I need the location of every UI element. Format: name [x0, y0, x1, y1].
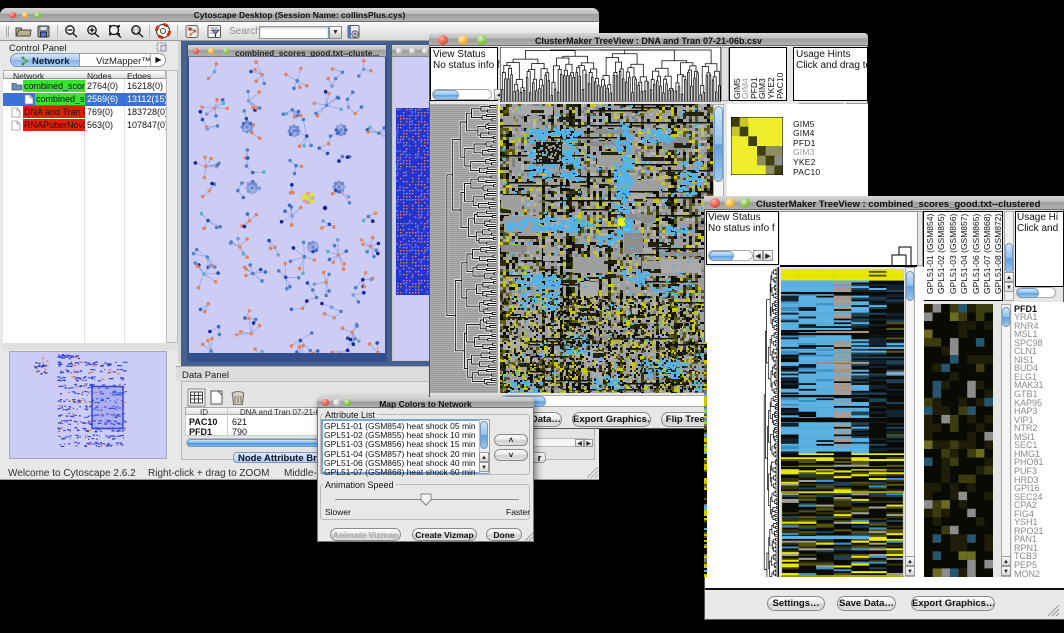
- svg-text:1:1: 1:1: [133, 29, 140, 35]
